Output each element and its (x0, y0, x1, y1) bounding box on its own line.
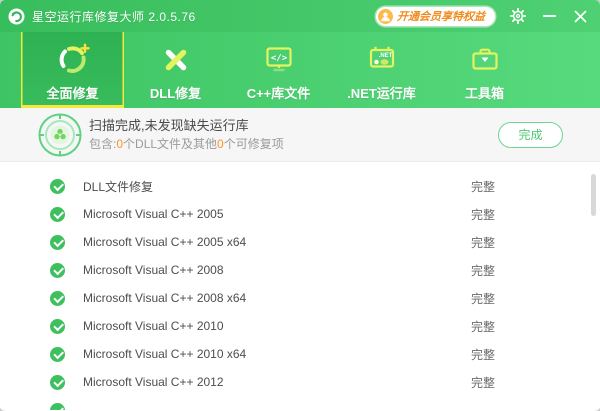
tab-label: C++库文件 (247, 83, 311, 102)
status-badge: 完整 (471, 234, 495, 251)
tab-strip: 全面修复 DLL修复 </> C++库文件 (0, 32, 600, 108)
dll-repair-icon (157, 41, 195, 79)
check-icon (50, 347, 65, 362)
list-item[interactable]: Microsoft Visual C++ 2010 完整 (0, 312, 600, 340)
status-badge: 完整 (471, 262, 495, 279)
check-icon (50, 291, 65, 306)
tab-dll-repair[interactable]: DLL修复 (124, 32, 227, 108)
check-icon (50, 375, 65, 390)
check-icon (50, 235, 65, 250)
vip-upgrade-badge[interactable]: 开通会员享特权益 (376, 7, 495, 26)
tab-label: DLL修复 (150, 83, 201, 102)
list-item-partial[interactable] (0, 396, 600, 410)
status-badge: 完整 (471, 374, 495, 391)
repair-item-list: DLL文件修复 完整 Microsoft Visual C++ 2005 完整 … (0, 162, 600, 410)
tab-label: .NET运行库 (347, 83, 416, 102)
done-button[interactable]: 完成 (498, 122, 563, 148)
status-badge: 完整 (471, 206, 495, 223)
scrollbar-thumb[interactable] (591, 174, 596, 216)
tab-toolbox[interactable]: 工具箱 (433, 32, 536, 108)
scan-status-bar: 扫描完成,未发现缺失运行库 包含:0个DLL文件及其他0个可修复项 完成 (0, 108, 600, 162)
other-count: 0 (217, 137, 224, 151)
dotnet-runtime-icon: .NET (363, 41, 401, 79)
status-badge: 完整 (471, 178, 495, 195)
check-icon (50, 207, 65, 222)
scan-result-title: 扫描完成,未发现缺失运行库 (89, 118, 284, 134)
scan-result-detail: 包含:0个DLL文件及其他0个可修复项 (89, 137, 284, 152)
status-badge: 完整 (471, 290, 495, 307)
list-item[interactable]: Microsoft Visual C++ 2005 x64 完整 (0, 228, 600, 256)
titlebar[interactable]: 星空运行库修复大师 2.0.5.76 开通会员享特权益 (0, 0, 600, 32)
cpp-library-icon: </> (260, 41, 298, 79)
app-title: 星空运行库修复大师 2.0.5.76 (32, 8, 196, 25)
check-icon (50, 319, 65, 334)
status-badge: 完整 (471, 318, 495, 335)
scan-status-text: 扫描完成,未发现缺失运行库 包含:0个DLL文件及其他0个可修复项 (89, 118, 284, 152)
check-icon (50, 403, 65, 411)
vip-badge-label: 开通会员享特权益 (396, 8, 485, 24)
settings-gear-icon[interactable] (510, 8, 526, 24)
full-repair-icon (54, 41, 92, 79)
tab-cpp-library[interactable]: </> C++库文件 (227, 32, 330, 108)
list-item[interactable]: Microsoft Visual C++ 2005 完整 (0, 200, 600, 228)
list-item[interactable]: Microsoft Visual C++ 2010 x64 完整 (0, 340, 600, 368)
check-icon (50, 263, 65, 278)
minimize-icon[interactable] (541, 8, 557, 24)
check-icon (50, 179, 65, 194)
tab-label: 全面修复 (46, 83, 98, 102)
cpp-icon-text: </> (270, 54, 287, 64)
list-item[interactable]: DLL文件修复 完整 (0, 172, 600, 200)
tab-dotnet-runtime[interactable]: .NET .NET运行库 (330, 32, 433, 108)
status-badge: 完整 (471, 346, 495, 363)
close-icon[interactable] (572, 8, 588, 24)
app-logo-icon (8, 8, 25, 25)
vip-avatar-icon (378, 9, 393, 24)
app-window: 星空运行库修复大师 2.0.5.76 开通会员享特权益 (0, 0, 600, 411)
toolbox-icon (466, 41, 504, 79)
list-item[interactable]: Microsoft Visual C++ 2008 完整 (0, 256, 600, 284)
tab-full-repair[interactable]: 全面修复 (21, 32, 124, 108)
tab-label: 工具箱 (465, 83, 504, 102)
list-item[interactable]: Microsoft Visual C++ 2008 x64 完整 (0, 284, 600, 312)
scan-radar-icon (38, 113, 82, 157)
list-item[interactable]: Microsoft Visual C++ 2012 完整 (0, 368, 600, 396)
dotnet-icon-text: .NET (378, 53, 392, 59)
